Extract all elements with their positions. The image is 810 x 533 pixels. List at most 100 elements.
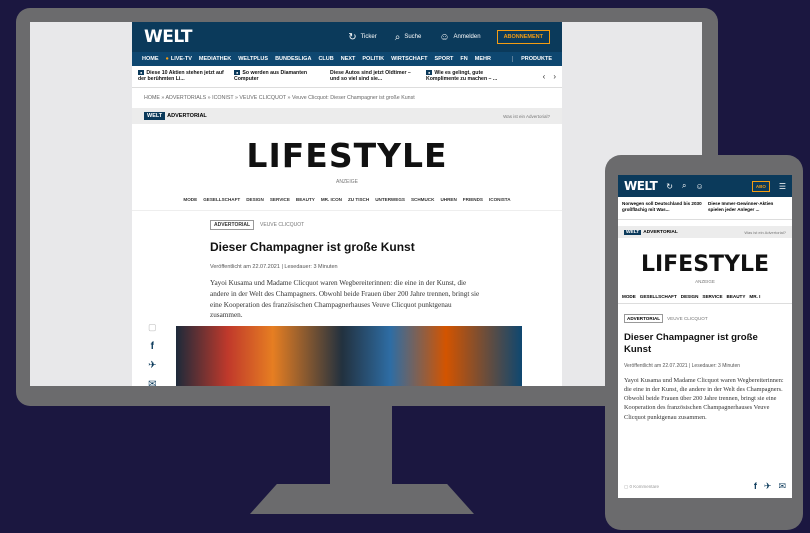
mobile-screen: WELT ↻ ⌕ ☺ ABO ☰ Norwegen soll Deutschla…	[618, 175, 792, 498]
article-headline: Dieser Champagner ist große Kunst	[210, 240, 415, 254]
advertorial-label: ADVERTORIAL	[167, 113, 207, 119]
nav-produkte[interactable]: PRODUKTE	[512, 56, 552, 62]
mobile-footer-bar: ▢ 0 Kommentare f ✈ ✉	[624, 481, 786, 492]
monitor-neck	[330, 406, 392, 486]
ticker-item[interactable]: ● Wie es gelingt, gute Komplimente zu mac…	[426, 69, 514, 84]
category-schmuck[interactable]: SCHMUCK	[411, 197, 434, 202]
chevron-left-icon[interactable]: ‹	[543, 72, 546, 81]
nav-fn[interactable]: FN	[460, 56, 467, 62]
mobile-article-headline: Dieser Champagner ist große Kunst	[624, 332, 758, 355]
mobile-advertorial-bar: WELT ADVERTORIAL Was ist ein Advertorial…	[618, 226, 792, 238]
ticker-item[interactable]: ● So werden aus Diamanten Computer	[234, 69, 322, 84]
category-uhren[interactable]: UHREN	[440, 197, 456, 202]
abo-button-mobile[interactable]: ABO	[751, 180, 770, 192]
category-gesellschaft[interactable]: GESELLSCHAFT	[203, 197, 240, 202]
nav-live-tv[interactable]: LIVE-TV	[166, 56, 192, 62]
mobile-article-lead: Yayoi Kusama und Madame Clicquot waren W…	[624, 377, 784, 421]
ticker-icon[interactable]: ↻	[666, 182, 673, 191]
ticker-item[interactable]: ● Diese 10 Aktien stehen jetzt auf der be…	[138, 69, 226, 84]
brand-tag[interactable]: VEUVE CLICQUOT	[260, 222, 304, 228]
mobile-ticker: Norwegen soll Deutschland bis 2030 großf…	[618, 197, 792, 220]
twitter-icon[interactable]: ✈	[764, 481, 772, 492]
ticker-arrows: ‹ ›	[543, 72, 556, 81]
search-icon: ⌕	[394, 31, 401, 43]
category-design[interactable]: DESIGN	[246, 197, 264, 202]
nav-home[interactable]: HOME	[142, 56, 159, 62]
article-tags: ADVERTORIAL VEUVE CLICQUOT	[210, 220, 562, 230]
comments-link[interactable]: ▢ 0 Kommentare	[624, 484, 659, 490]
ticker-item[interactable]: Diese Immer-Gewinner-Aktien spielen jede…	[708, 201, 788, 215]
mobile-article-date: Veröffentlicht am 22.07.2021 | Lesedauer…	[624, 363, 741, 369]
nav-weltplus[interactable]: WELTPLUS	[238, 56, 268, 62]
nav-mediathek[interactable]: MEDIATHEK	[199, 56, 231, 62]
article-date: Veröffentlicht am 22.07.2021 | Lesedauer…	[210, 264, 338, 270]
section-title[interactable]: LIFESTYLE	[132, 136, 562, 175]
mobile-device: WELT ↻ ⌕ ☺ ABO ☰ Norwegen soll Deutschla…	[605, 155, 803, 530]
advertorial-tag: ADVERTORIAL	[210, 220, 255, 230]
chevron-right-icon[interactable]: ›	[553, 72, 556, 81]
ticker-item[interactable]: Norwegen soll Deutschland bis 2030 großf…	[622, 201, 702, 215]
category-mr-icon[interactable]: MR. ICON	[321, 197, 342, 202]
facebook-icon[interactable]: f	[754, 481, 757, 492]
welt-logo[interactable]: WELT	[144, 27, 192, 47]
what-is-advertorial-link[interactable]: Was ist ein Advertorial?	[503, 114, 550, 119]
ticker-item[interactable]: Diese Autos sind jetzt Oldtimer – und so…	[330, 70, 418, 84]
ticker-link[interactable]: ↻ Ticker	[348, 32, 377, 43]
login-link[interactable]: ☺ Anmelden	[439, 32, 480, 43]
ticker-tag: ●	[138, 69, 145, 75]
user-icon[interactable]: ☺	[695, 182, 703, 191]
category-zu-tisch[interactable]: ZU TISCH	[348, 197, 369, 202]
desktop-topbar: WELT ↻ Ticker ⌕ Suche ☺ Anmelden ABONNEMENT	[132, 22, 562, 52]
monitor-base	[250, 484, 474, 514]
welt-logo-mobile[interactable]: WELT	[624, 179, 658, 193]
desktop-screen: WELT ↻ Ticker ⌕ Suche ☺ Anmelden ABONNEMENT…	[30, 22, 702, 386]
category-nav: MODE GESELLSCHAFT DESIGN SERVICE BEAUTY …	[132, 197, 562, 211]
advertorial-bar: WELT ADVERTORIAL Was ist ein Advertorial…	[132, 108, 562, 124]
category-beauty[interactable]: BEAUTY	[727, 294, 746, 299]
nav-wirtschaft[interactable]: WIRTSCHAFT	[391, 56, 427, 62]
nav-bundesliga[interactable]: BUNDESLIGA	[275, 56, 311, 62]
welt-mini-logo: WELT	[144, 112, 166, 120]
comment-icon: ▢	[624, 483, 629, 489]
facebook-icon[interactable]: f	[151, 341, 154, 352]
comment-icon[interactable]: ▢	[148, 322, 157, 333]
anzeige-label: ANZEIGE	[336, 179, 358, 185]
user-icon: ☺	[439, 31, 450, 43]
breadcrumb[interactable]: HOME » ADVERTORIALS » ICONIST » VEUVE CL…	[132, 88, 562, 108]
main-nav: HOME LIVE-TV MEDIATHEK WELTPLUS BUNDESLI…	[132, 52, 562, 66]
nav-politik[interactable]: POLITIK	[362, 56, 384, 62]
category-unterwegs[interactable]: UNTERWEGS	[375, 197, 405, 202]
mail-icon[interactable]: ✉	[148, 379, 156, 386]
category-iconista[interactable]: ICONISTA	[489, 197, 511, 202]
category-friends[interactable]: FRIENDS	[463, 197, 483, 202]
abo-button[interactable]: ABONNEMENT	[496, 30, 550, 44]
search-link[interactable]: ⌕ Suche	[395, 32, 422, 43]
article-hero-image	[176, 326, 522, 386]
category-mr-icon[interactable]: MR. I	[749, 294, 760, 299]
category-service[interactable]: SERVICE	[270, 197, 290, 202]
menu-icon[interactable]: ☰	[779, 182, 786, 191]
category-design[interactable]: DESIGN	[681, 294, 699, 299]
search-icon[interactable]: ⌕	[682, 181, 686, 191]
ticker-tag: ●	[234, 69, 241, 75]
mail-icon[interactable]: ✉	[778, 481, 786, 492]
nav-club[interactable]: CLUB	[318, 56, 333, 62]
welt-mini-logo: WELT	[624, 229, 642, 235]
share-bar: ▢ f ✈ ✉	[148, 322, 157, 386]
nav-mehr[interactable]: MEHR	[475, 56, 491, 62]
category-mode[interactable]: MODE	[622, 294, 636, 299]
category-service[interactable]: SERVICE	[702, 294, 722, 299]
news-ticker: ● Diese 10 Aktien stehen jetzt auf der be…	[132, 66, 562, 88]
nav-sport[interactable]: SPORT	[434, 56, 453, 62]
nav-next[interactable]: NEXT	[341, 56, 356, 62]
twitter-icon[interactable]: ✈	[148, 360, 156, 371]
category-gesellschaft[interactable]: GESELLSCHAFT	[640, 294, 677, 299]
brand-tag[interactable]: VEUVE CLICQUOT	[667, 316, 708, 321]
mobile-topbar: WELT ↻ ⌕ ☺ ABO ☰	[618, 175, 792, 197]
what-is-advertorial-link[interactable]: Was ist ein Advertorial?	[744, 230, 786, 235]
mobile-section-title[interactable]: LIFESTYLE	[618, 252, 792, 277]
ticker-tag: ●	[426, 69, 433, 75]
category-beauty[interactable]: BEAUTY	[296, 197, 315, 202]
desktop-page: WELT ↻ Ticker ⌕ Suche ☺ Anmelden ABONNEMENT…	[132, 22, 562, 386]
category-mode[interactable]: MODE	[183, 197, 197, 202]
